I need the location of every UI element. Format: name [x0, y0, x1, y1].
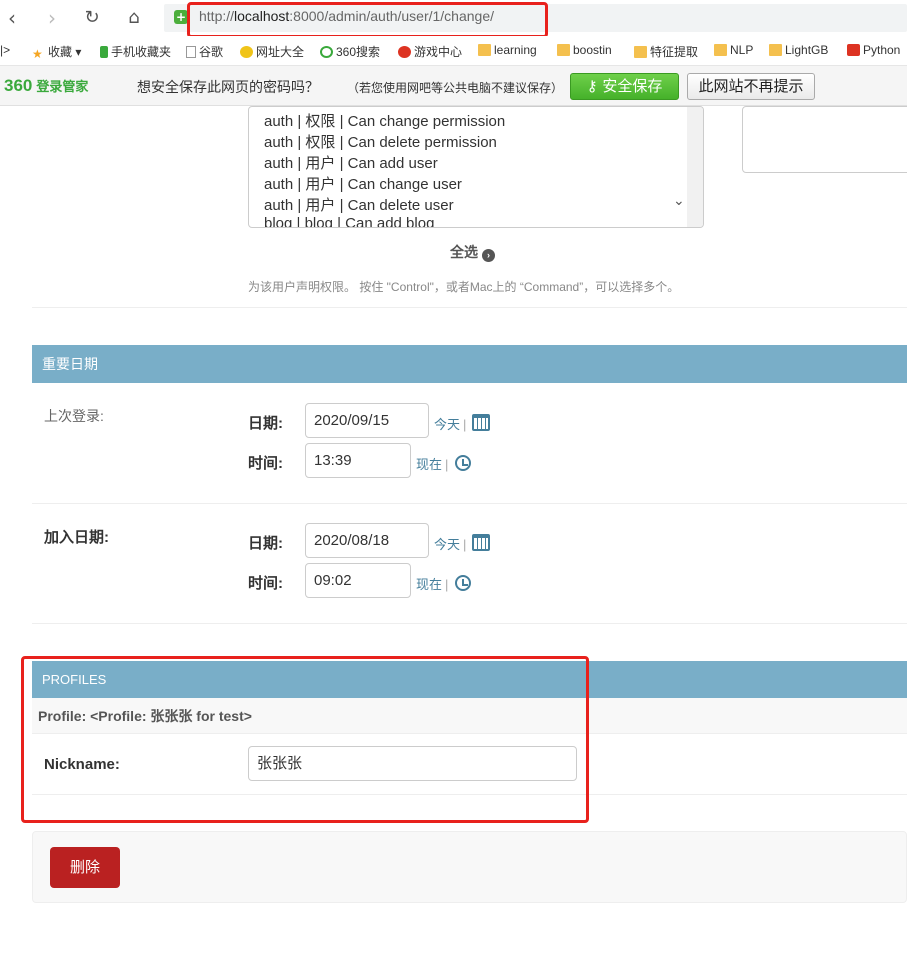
forward-icon[interactable]: ›: [40, 6, 64, 30]
chevron-down-icon[interactable]: ⌄: [673, 193, 891, 209]
nickname-label: Nickname:: [44, 756, 120, 773]
submit-row: [32, 831, 907, 903]
permissions-select[interactable]: auth | 权限 | Can change permission auth |…: [248, 106, 704, 228]
bookmark-nlp[interactable]: NLP: [714, 43, 753, 57]
bookmark-360search[interactable]: 360搜索: [320, 43, 380, 60]
last-login-date-input[interactable]: 2020/09/15: [305, 403, 429, 438]
bookmarks-toggle-icon[interactable]: |>: [0, 43, 10, 57]
bookmark-mobile[interactable]: 手机收藏夹: [100, 43, 171, 60]
bookmark-sites[interactable]: 网址大全: [240, 43, 304, 60]
permission-option[interactable]: auth | 权限 | Can change permission: [264, 110, 505, 131]
clock-icon[interactable]: [455, 455, 471, 471]
safe-save-button[interactable]: ⚷ 安全保存: [570, 73, 679, 100]
permission-option[interactable]: auth | 用户 | Can delete user: [264, 194, 454, 215]
permission-option[interactable]: auth | 权限 | Can delete permission: [264, 131, 497, 152]
today-link[interactable]: 今天 |: [434, 414, 466, 433]
date-label: 日期:: [248, 535, 283, 552]
clock-icon[interactable]: [455, 575, 471, 591]
bookmark-boosting[interactable]: boostin: [557, 43, 612, 57]
permission-option[interactable]: blog | blog | Can add blog: [264, 215, 434, 227]
date-joined-time-input[interactable]: 09:02: [305, 563, 411, 598]
last-login-time-input[interactable]: 13:39: [305, 443, 411, 478]
bookmarks-bar: |> ★ 收藏 ▾ 手机收藏夹 谷歌 网址大全 360搜索 游戏中心 learni…: [0, 36, 907, 66]
bookmark-lightgbm[interactable]: LightGB: [769, 43, 828, 57]
security-shield-icon: +: [174, 10, 188, 24]
dates-module-header: 重要日期: [32, 345, 907, 383]
reload-icon[interactable]: ↻: [80, 6, 104, 30]
star-icon: ★: [32, 47, 43, 61]
360-logo: 360 登录管家: [4, 76, 89, 95]
page-icon: [186, 46, 196, 58]
chosen-permissions-box[interactable]: [742, 106, 907, 173]
search-360-icon: [320, 46, 333, 58]
url-text[interactable]: http://localhost:8000/admin/auth/user/1/…: [199, 8, 494, 24]
folder-icon: [634, 46, 647, 58]
time-label: 时间:: [248, 575, 283, 592]
home-icon[interactable]: ⌂: [122, 6, 146, 30]
now-link[interactable]: 现在 |: [416, 574, 448, 593]
last-login-label: 上次登录:: [44, 408, 104, 424]
bookmark-google[interactable]: 谷歌: [186, 43, 223, 60]
today-link[interactable]: 今天 |: [434, 534, 466, 553]
site-icon: [240, 46, 253, 58]
bookmark-learning[interactable]: learning: [478, 43, 537, 57]
bookmark-favorites[interactable]: ★ 收藏 ▾: [32, 43, 81, 61]
password-note: （若您使用网吧等公共电脑不建议保存）: [347, 81, 564, 95]
date-joined-label: 加入日期:: [44, 529, 109, 546]
password-question: 想安全保存此网页的密码吗？: [137, 79, 319, 95]
folder-icon: [478, 44, 491, 56]
divider: [32, 623, 907, 624]
divider: [32, 503, 907, 504]
permission-option[interactable]: auth | 用户 | Can change user: [264, 173, 462, 194]
permission-option[interactable]: auth | 用户 | Can add user: [264, 152, 438, 173]
permissions-help: 为该用户声明权限。 按住 "Control"，或者Mac上的 “Command”…: [248, 280, 680, 294]
never-prompt-button[interactable]: 此网站不再提示: [687, 73, 815, 100]
now-link[interactable]: 现在 |: [416, 454, 448, 473]
divider: [32, 794, 907, 795]
permissions-scrollbar[interactable]: [687, 107, 703, 227]
arrow-right-icon: ›: [482, 249, 495, 262]
folder-icon: [769, 44, 782, 56]
python-site-icon: [847, 44, 860, 56]
back-icon[interactable]: ‹: [0, 6, 24, 30]
delete-button[interactable]: 删除: [50, 847, 120, 888]
bookmark-python[interactable]: Python: [847, 43, 900, 57]
folder-icon: [714, 44, 727, 56]
calendar-icon[interactable]: [472, 534, 490, 551]
nickname-input[interactable]: 张张张: [248, 746, 577, 781]
divider: [32, 307, 907, 308]
choose-all-link[interactable]: 全选 ›: [450, 242, 495, 262]
folder-icon: [557, 44, 570, 56]
bookmark-games[interactable]: 游戏中心: [398, 43, 462, 60]
date-label: 日期:: [248, 415, 283, 432]
game-icon: [398, 46, 411, 58]
profiles-module-header: PROFILES: [32, 661, 907, 698]
bookmark-features[interactable]: 特征提取: [634, 43, 698, 60]
date-joined-date-input[interactable]: 2020/08/18: [305, 523, 429, 558]
calendar-icon[interactable]: [472, 414, 490, 431]
profile-inline-title: Profile: <Profile: 张张张 for test>: [32, 698, 907, 734]
phone-icon: [100, 46, 108, 58]
key-icon: ⚷: [586, 77, 603, 95]
time-label: 时间:: [248, 455, 283, 472]
browser-toolbar: ‹ › ↻ ⌂ + http://localhost:8000/admin/au…: [0, 0, 907, 36]
